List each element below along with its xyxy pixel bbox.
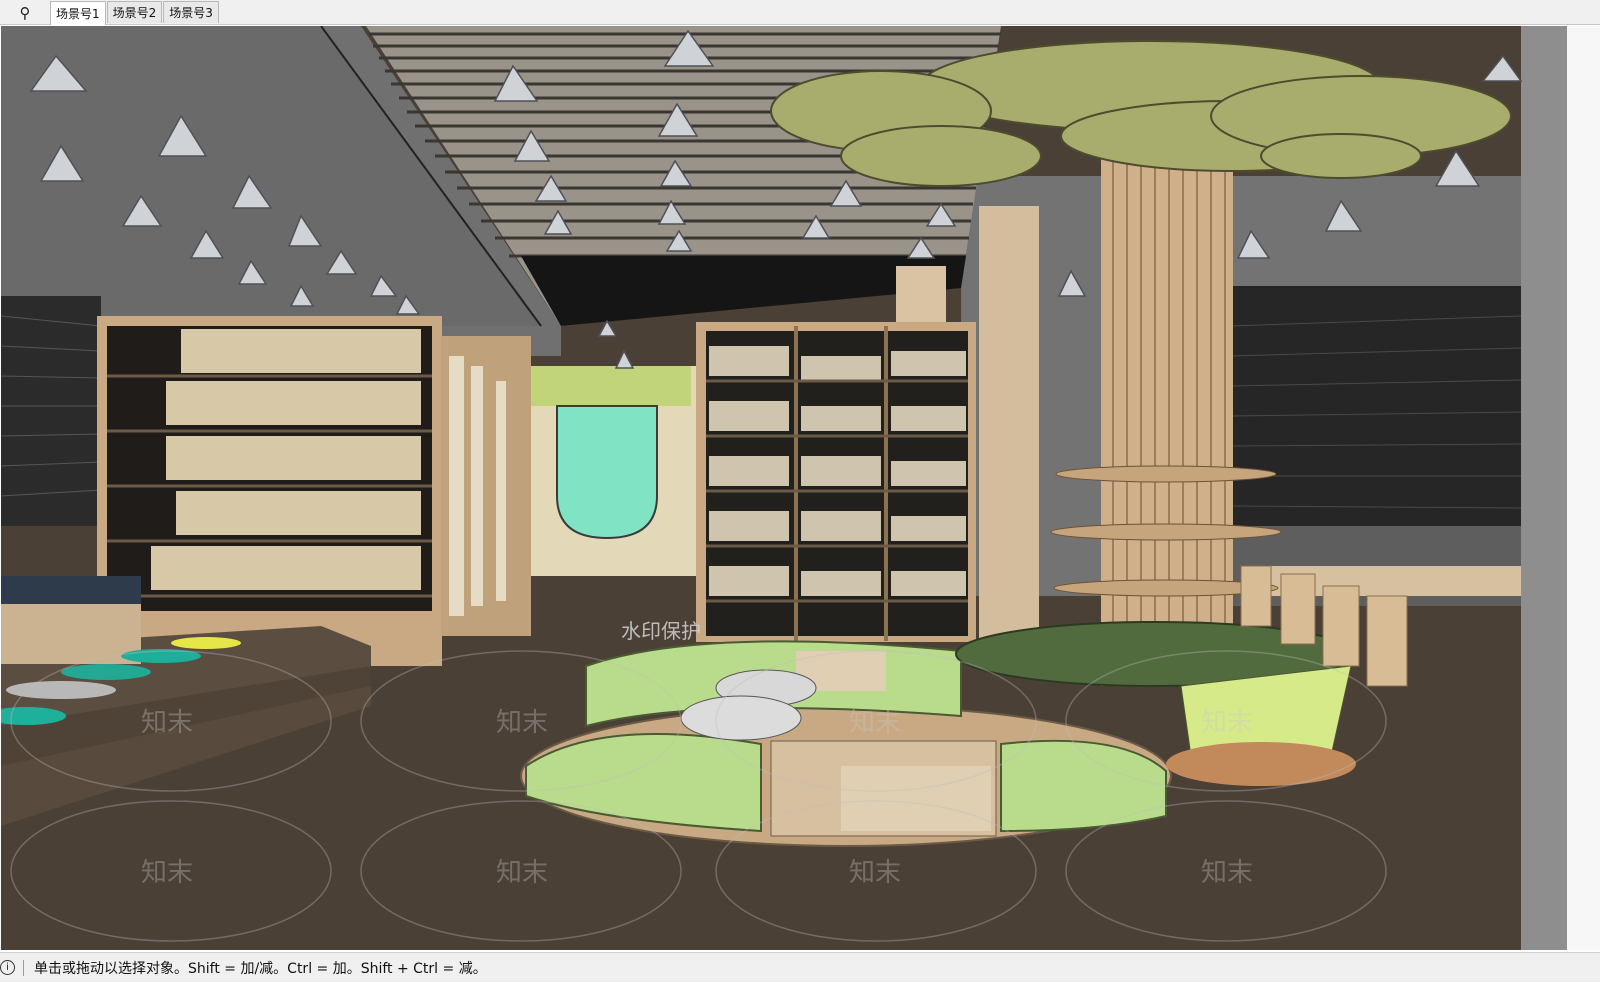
search-icon: ⚲ <box>19 4 31 22</box>
tab-scene-3[interactable]: 场景号3 <box>163 1 219 23</box>
search-button[interactable]: ⚲ <box>12 3 38 23</box>
watermark-logo: 知末 <box>496 708 548 738</box>
bottom-strip <box>0 982 1600 1002</box>
scene-tabs: 场景号1 场景号2 场景号3 <box>50 1 220 25</box>
status-separator <box>23 959 24 976</box>
scene-render: 水印保护 知末 知末 知末 知末 知末 知末 知末 知末 <box>1 26 1567 950</box>
watermark-banner: 水印保护 <box>621 619 701 643</box>
watermark-logo: 知末 <box>496 858 548 888</box>
3d-viewport[interactable]: 水印保护 知末 知末 知末 知末 知末 知末 知末 知末 <box>1 26 1567 950</box>
watermark-logo: 知末 <box>1201 858 1253 888</box>
watermark-logo: 知末 <box>849 858 901 888</box>
watermark-logo: 知末 <box>1201 708 1253 738</box>
watermark-logo: 知末 <box>141 708 193 738</box>
info-icon[interactable]: i <box>0 960 15 975</box>
status-bar: i 单击或拖动以选择对象。Shift = 加/减。Ctrl = 加。Shift … <box>0 952 1600 982</box>
watermark-logo: 知末 <box>141 858 193 888</box>
watermark-logo: 知末 <box>849 708 901 738</box>
viewport-right-gutter <box>1567 26 1600 950</box>
tab-scene-2[interactable]: 场景号2 <box>106 1 163 23</box>
status-message: 单击或拖动以选择对象。Shift = 加/减。Ctrl = 加。Shift + … <box>34 960 487 977</box>
tab-scene-1[interactable]: 场景号1 <box>50 1 106 25</box>
scene-tab-bar: ⚲ 场景号1 场景号2 场景号3 <box>0 0 1600 25</box>
